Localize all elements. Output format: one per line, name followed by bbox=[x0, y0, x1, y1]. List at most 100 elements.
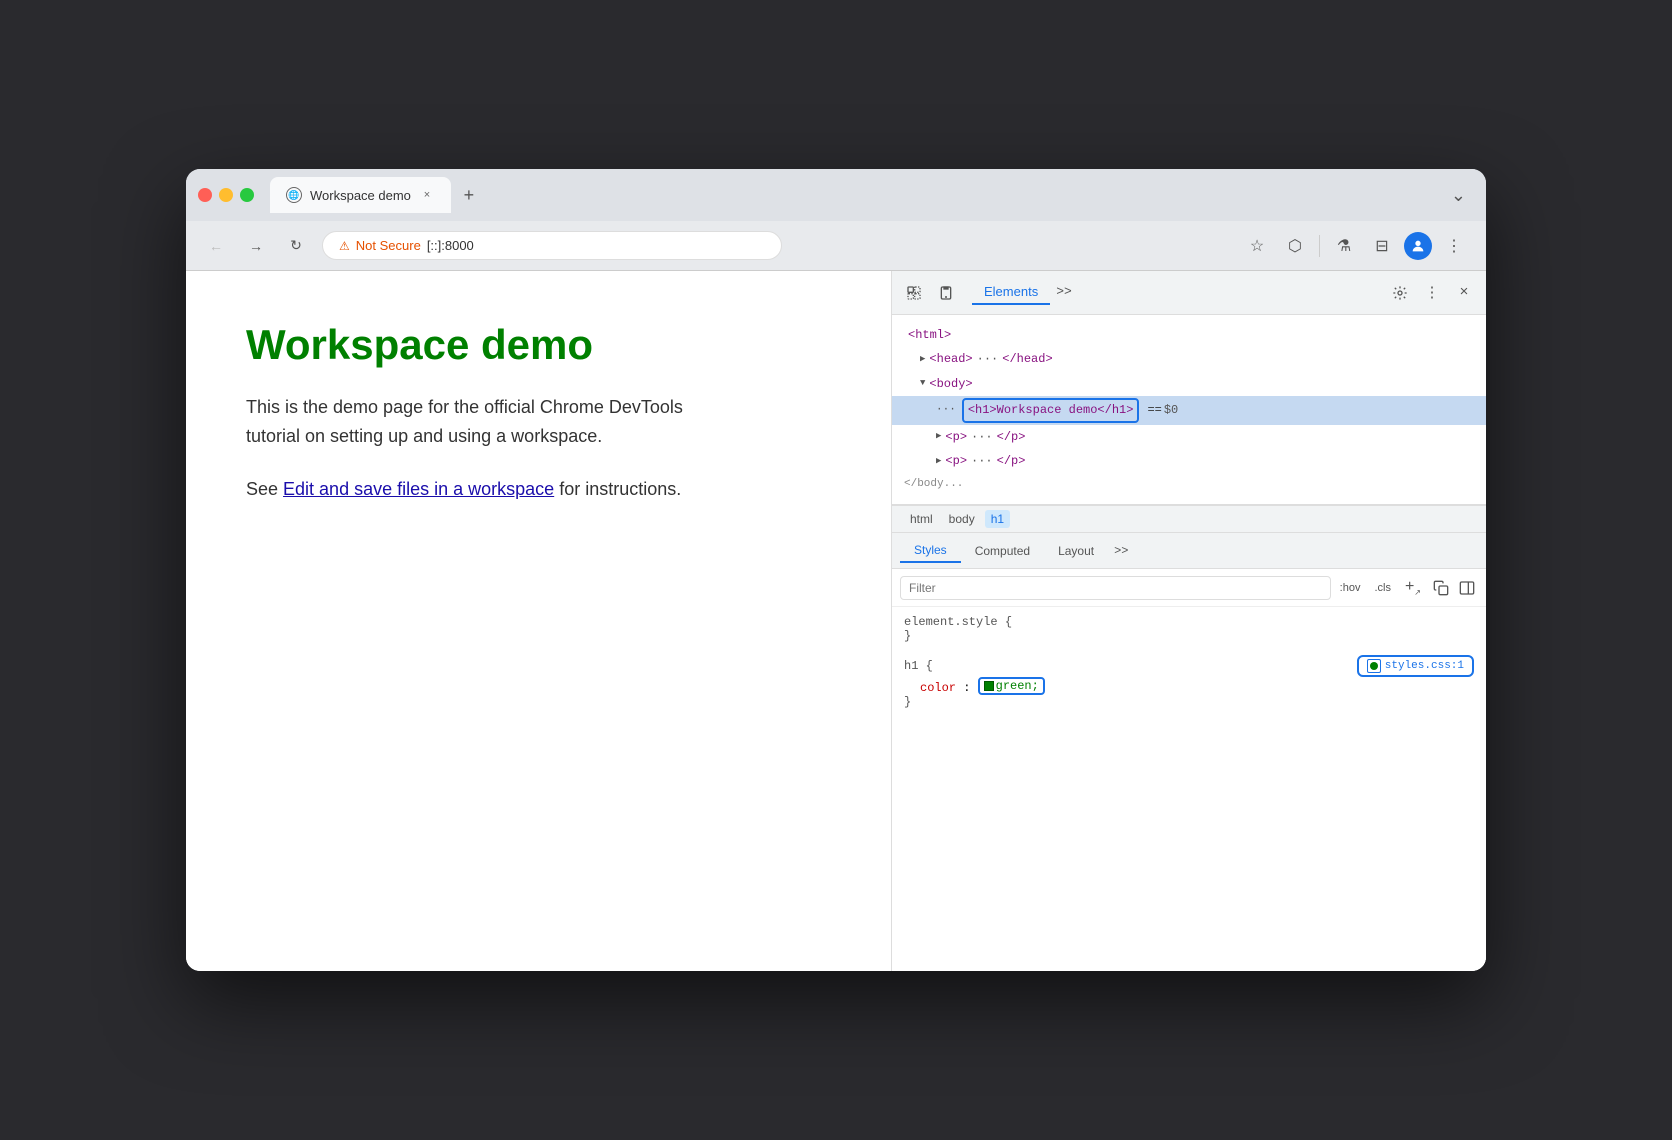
hov-button[interactable]: :hov bbox=[1335, 579, 1366, 597]
p1-dots: ··· bbox=[971, 427, 993, 447]
dom-line-head[interactable]: ▶ <head> ··· </head> bbox=[892, 347, 1486, 371]
paragraph2-prefix: See bbox=[246, 479, 283, 499]
styles-tab-styles[interactable]: Styles bbox=[900, 539, 961, 563]
inspector-icon[interactable] bbox=[900, 279, 928, 307]
dom-line-p2[interactable]: ▶ <p> ··· </p> bbox=[892, 449, 1486, 473]
browser-tab-active[interactable]: 🌐 Workspace demo × bbox=[270, 177, 451, 213]
toolbar-divider bbox=[1319, 235, 1320, 257]
webpage-content: Workspace demo This is the demo page for… bbox=[186, 271, 891, 971]
tab-bar: 🌐 Workspace demo × + bbox=[270, 177, 1435, 213]
body-open-tag: <body> bbox=[929, 374, 972, 394]
p1-triangle[interactable]: ▶ bbox=[936, 429, 941, 444]
new-tab-button[interactable]: + bbox=[455, 181, 483, 209]
element-style-close: } bbox=[904, 629, 1474, 643]
devtools-settings-icon[interactable] bbox=[1386, 279, 1414, 307]
devtools-panel: Elements >> ⋮ × <html> bbox=[891, 271, 1486, 971]
breadcrumb-h1[interactable]: h1 bbox=[985, 510, 1010, 528]
dom-line-html: <html> bbox=[892, 323, 1486, 347]
reload-button[interactable]: ↻ bbox=[282, 232, 310, 260]
breadcrumb-bar: html body h1 bbox=[892, 505, 1486, 533]
dom-dollar: $0 bbox=[1164, 400, 1178, 420]
devtools-header: Elements >> ⋮ × bbox=[892, 271, 1486, 315]
body-triangle[interactable]: ▼ bbox=[920, 376, 925, 391]
h1-rule-close: } bbox=[904, 695, 1474, 709]
forward-button[interactable]: → bbox=[242, 232, 270, 260]
styles-content: element.style { } h1 { bbox=[892, 607, 1486, 729]
dom-equals: == bbox=[1147, 400, 1161, 420]
toggle-sidebar-icon[interactable] bbox=[1456, 577, 1478, 599]
address-bar: ← → ↻ ⚠ Not Secure [::]:8000 ☆ ⬡ ⚗ ⊟ ⋮ bbox=[186, 221, 1486, 271]
styles-tab-computed[interactable]: Computed bbox=[961, 540, 1044, 562]
colon-separator: : bbox=[963, 681, 977, 695]
tab-close-button[interactable]: × bbox=[419, 187, 435, 203]
breadcrumb-body[interactable]: body bbox=[943, 510, 981, 528]
breadcrumb-html[interactable]: html bbox=[904, 510, 939, 528]
devtools-options-icon[interactable]: ⋮ bbox=[1418, 279, 1446, 307]
dom-line-h1[interactable]: ··· <h1>Workspace demo</h1> == $0 bbox=[892, 396, 1486, 424]
url-display: [::]:8000 bbox=[427, 238, 474, 253]
not-secure-label: Not Secure bbox=[356, 238, 421, 253]
devtools-close-icon[interactable]: × bbox=[1450, 279, 1478, 307]
minimize-traffic-light[interactable] bbox=[219, 188, 233, 202]
split-icon[interactable]: ⊟ bbox=[1366, 230, 1398, 262]
head-open-tag: <head> bbox=[929, 349, 972, 369]
tab-favicon: 🌐 bbox=[286, 187, 302, 203]
copy-styles-icon[interactable] bbox=[1430, 577, 1452, 599]
tab-menu-button[interactable]: ⌄ bbox=[1443, 181, 1474, 210]
h1-selector: h1 { bbox=[904, 659, 933, 673]
styles-tabs: Styles Computed Layout >> bbox=[892, 533, 1486, 569]
head-dots: ··· bbox=[977, 349, 999, 369]
dom-dots-btn[interactable]: ··· bbox=[936, 401, 956, 420]
tab-title: Workspace demo bbox=[310, 188, 411, 203]
h1-tag: <h1>Workspace demo</h1> bbox=[968, 400, 1134, 420]
devtools-more-tabs[interactable]: >> bbox=[1050, 280, 1078, 305]
color-swatch-green[interactable] bbox=[984, 681, 994, 691]
tab-elements[interactable]: Elements bbox=[972, 280, 1050, 305]
lab-icon[interactable]: ⚗ bbox=[1328, 230, 1360, 262]
toolbar-icons: ☆ ⬡ ⚗ ⊟ ⋮ bbox=[1241, 230, 1470, 262]
file-link-icon bbox=[1367, 659, 1381, 673]
head-triangle[interactable]: ▶ bbox=[920, 352, 925, 367]
dom-tree: <html> ▶ <head> ··· </head> ▼ <body> ···… bbox=[892, 315, 1486, 505]
menu-icon[interactable]: ⋮ bbox=[1438, 230, 1470, 262]
main-area: Workspace demo This is the demo page for… bbox=[186, 271, 1486, 971]
device-icon[interactable] bbox=[932, 279, 960, 307]
color-prop-name: color bbox=[920, 681, 956, 695]
add-style-button[interactable]: +↗ bbox=[1400, 575, 1426, 600]
styles-file-link[interactable]: styles.css:1 bbox=[1357, 655, 1474, 677]
p2-close-tag: </p> bbox=[997, 451, 1026, 471]
styles-more-tabs[interactable]: >> bbox=[1108, 540, 1134, 562]
styles-file-link-box[interactable]: styles.css:1 bbox=[1357, 655, 1474, 677]
h1-node-highlight: <h1>Workspace demo</h1> bbox=[962, 398, 1140, 422]
color-value: green; bbox=[996, 679, 1039, 693]
color-value-highlight: green; bbox=[978, 677, 1045, 695]
extension-icon[interactable]: ⬡ bbox=[1279, 230, 1311, 262]
p2-triangle[interactable]: ▶ bbox=[936, 454, 941, 469]
bookmark-icon[interactable]: ☆ bbox=[1241, 230, 1273, 262]
dom-line-p1[interactable]: ▶ <p> ··· </p> bbox=[892, 425, 1486, 449]
maximize-traffic-light[interactable] bbox=[240, 188, 254, 202]
cls-button[interactable]: .cls bbox=[1369, 579, 1396, 597]
back-button[interactable]: ← bbox=[202, 232, 230, 260]
page-heading: Workspace demo bbox=[246, 321, 831, 369]
element-style-rule: element.style { } bbox=[904, 615, 1474, 643]
html-tag: <html> bbox=[908, 325, 951, 345]
styles-tab-layout[interactable]: Layout bbox=[1044, 540, 1108, 562]
page-paragraph1: This is the demo page for the official C… bbox=[246, 393, 726, 451]
styles-filter-input[interactable] bbox=[900, 576, 1331, 600]
workspace-link[interactable]: Edit and save files in a workspace bbox=[283, 479, 554, 499]
browser-window: 🌐 Workspace demo × + ⌄ ← → ↻ ⚠ Not Secur… bbox=[186, 169, 1486, 971]
styles-file-name: styles.css:1 bbox=[1385, 660, 1464, 672]
p1-close-tag: </p> bbox=[997, 427, 1026, 447]
p2-dots: ··· bbox=[971, 451, 993, 471]
close-traffic-light[interactable] bbox=[198, 188, 212, 202]
devtools-tabs: Elements >> bbox=[972, 280, 1374, 305]
traffic-lights bbox=[198, 188, 254, 202]
warning-icon: ⚠ bbox=[339, 239, 350, 253]
h1-color-property: color : green; bbox=[904, 677, 1474, 695]
address-input[interactable]: ⚠ Not Secure [::]:8000 bbox=[322, 231, 782, 260]
styles-filter-row: :hov .cls +↗ bbox=[892, 569, 1486, 607]
dom-line-body[interactable]: ▼ <body> bbox=[892, 372, 1486, 396]
profile-icon[interactable] bbox=[1404, 232, 1432, 260]
p1-open-tag: <p> bbox=[945, 427, 967, 447]
